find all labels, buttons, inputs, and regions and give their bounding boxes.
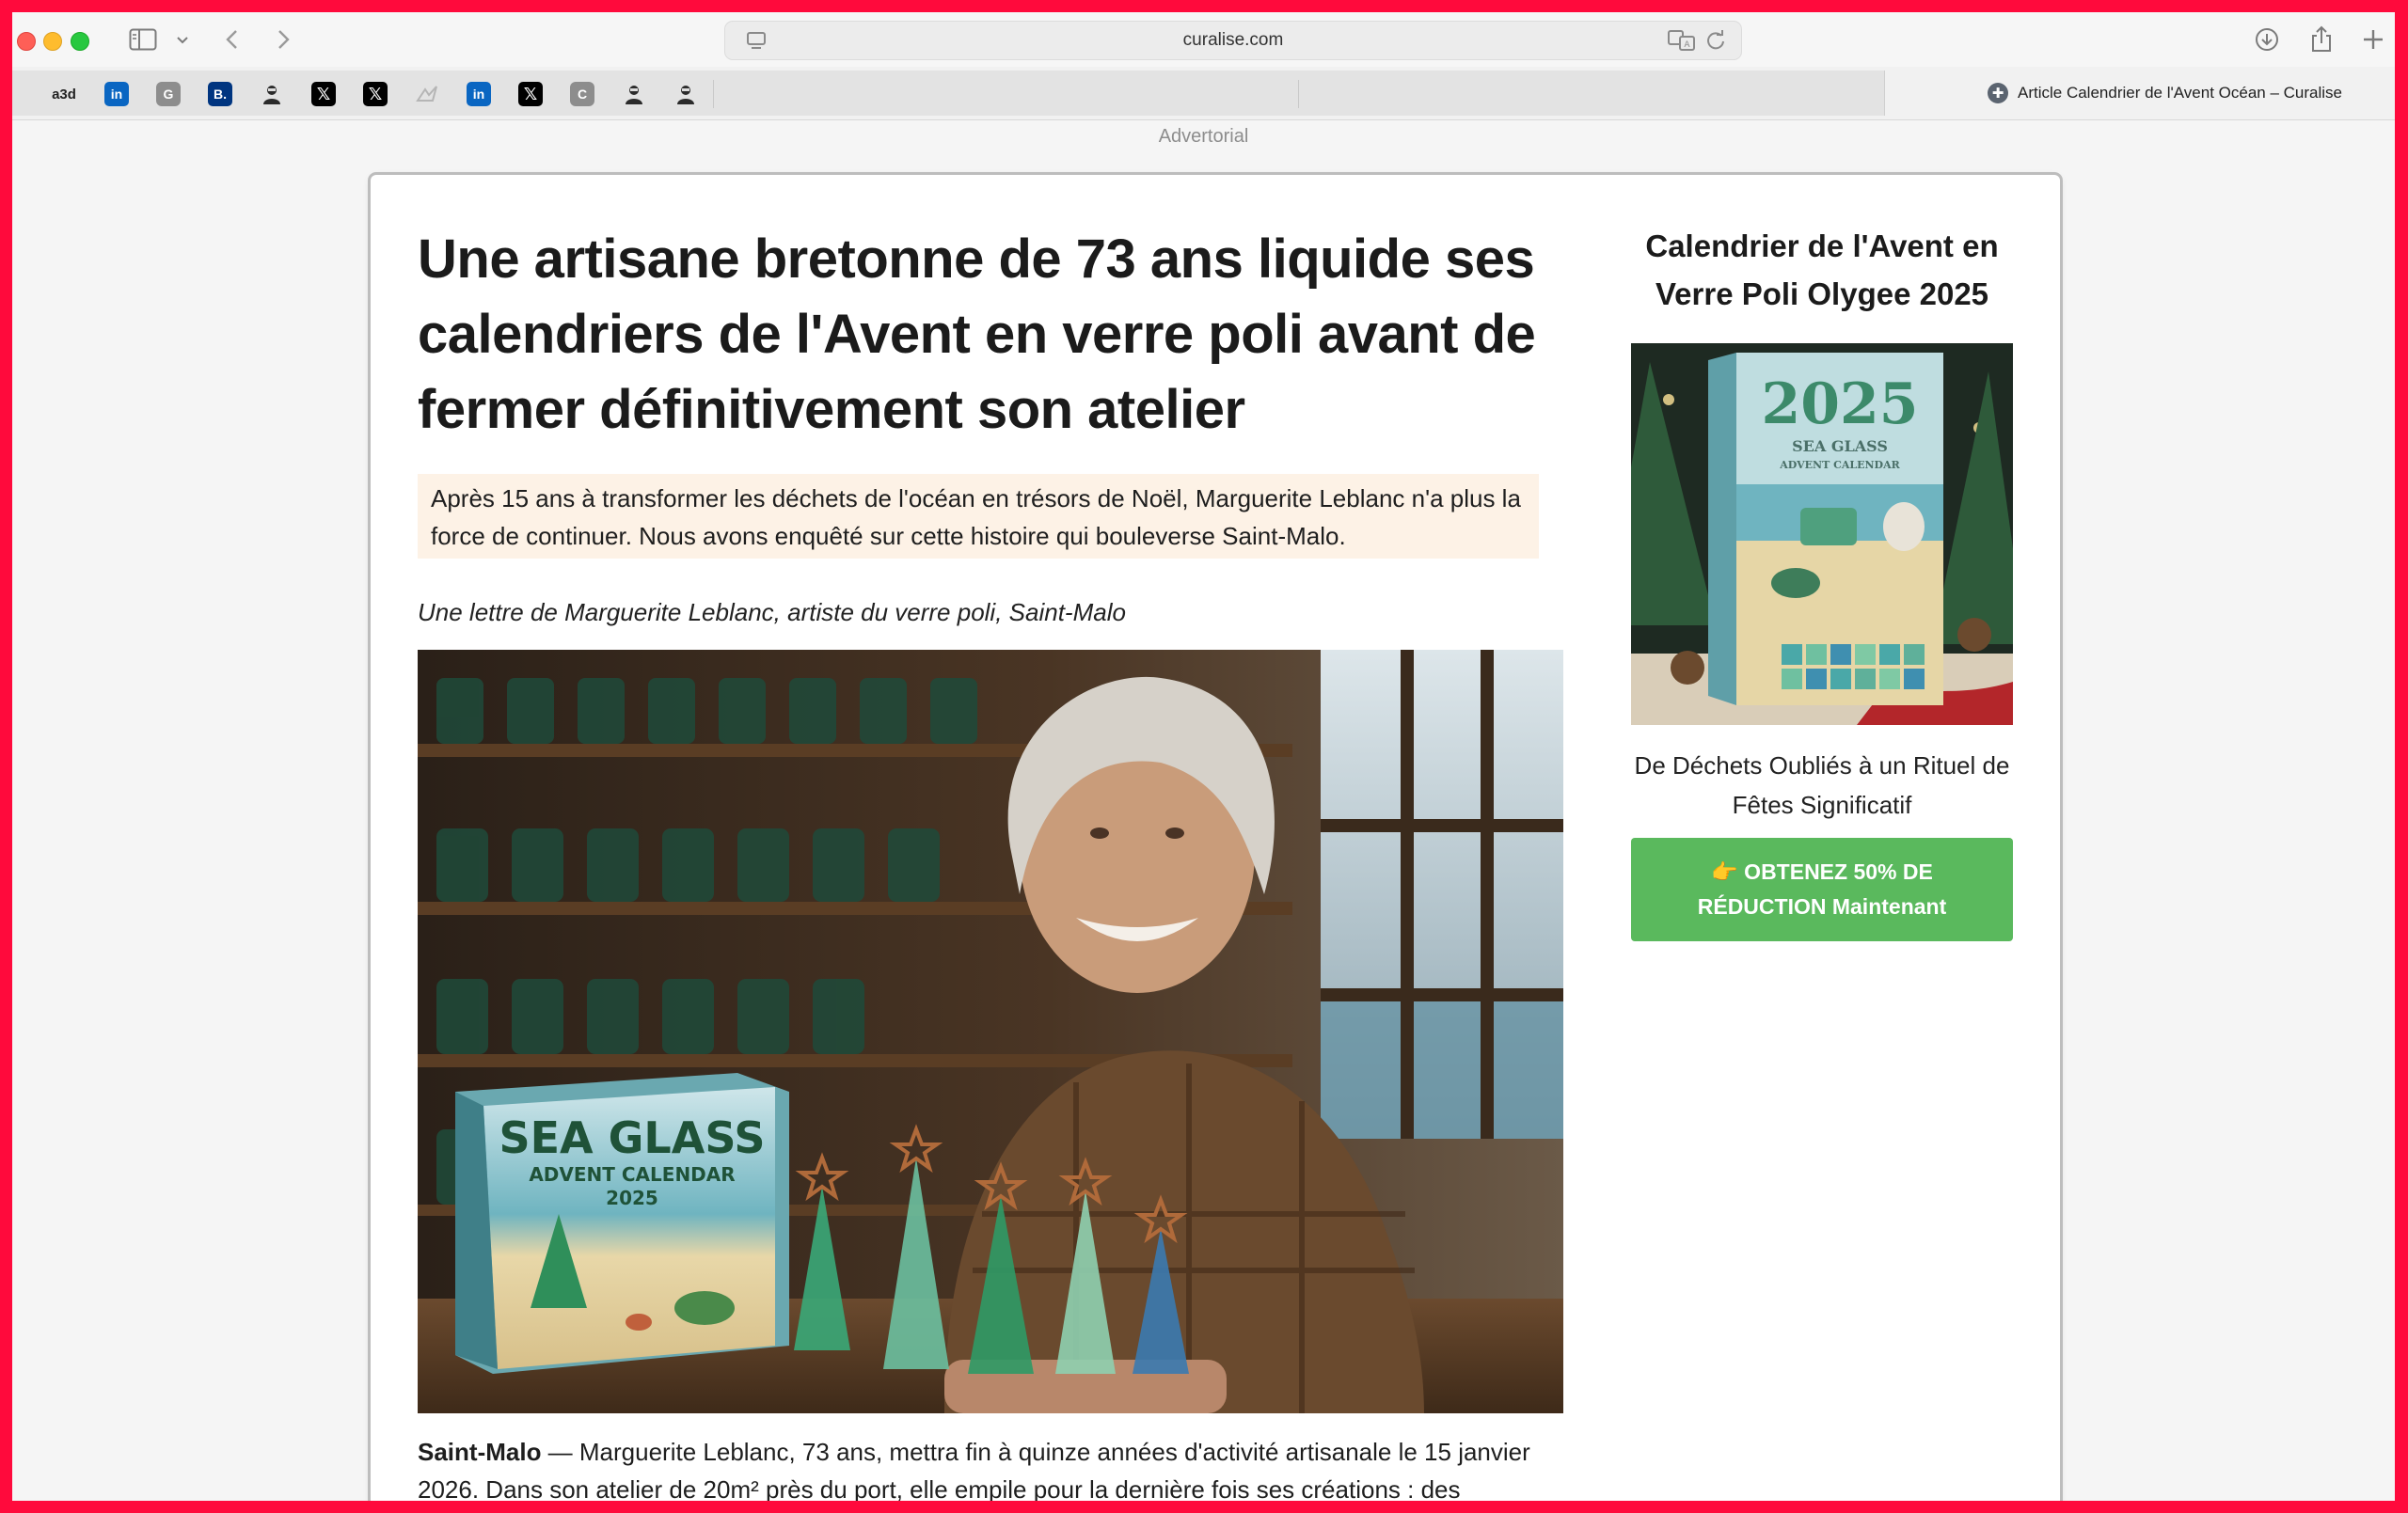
active-tab[interactable]: ✚ Article Calendrier de l'Avent Océan – … <box>1988 67 2342 119</box>
discount-cta-button[interactable]: 👉 OBTENEZ 50% DE RÉDUCTION Maintenant <box>1631 838 2013 941</box>
back-icon[interactable] <box>221 25 244 54</box>
tab-bar: a3d in G B. 𝕏 𝕏 in 𝕏 C ✚ Article Calendr… <box>12 67 2395 120</box>
product-sidebar: Calendrier de l'Avent en Verre Poli Olyg… <box>1631 222 2013 941</box>
svg-text:A: A <box>1684 40 1690 50</box>
favorite-linkedin-icon[interactable]: in <box>104 82 129 106</box>
favorite-x-icon[interactable]: 𝕏 <box>311 82 336 106</box>
reload-icon[interactable] <box>1705 29 1726 56</box>
favorite-c-icon[interactable]: C <box>570 82 594 106</box>
favorite-booking-icon[interactable]: B. <box>208 82 232 106</box>
product-box-year: 2025 <box>1762 371 1919 437</box>
minimize-window-button[interactable] <box>43 32 62 51</box>
favorite-person-icon[interactable] <box>673 82 698 106</box>
article-body: Saint-Malo — Marguerite Leblanc, 73 ans,… <box>418 1433 1584 1501</box>
active-tab-title: Article Calendrier de l'Avent Océan – Cu… <box>2018 84 2342 102</box>
body-paragraph: — Marguerite Leblanc, 73 ans, mettra fin… <box>418 1438 1530 1501</box>
sidebar-subtitle: De Déchets Oubliés à un Rituel de Fêtes … <box>1634 751 2010 819</box>
browser-window: curalise.com A a3d in G B. 𝕏 𝕏 in 𝕏 C ✚ … <box>12 12 2395 1501</box>
hero-box-subtitle: ADVENT CALENDAR <box>529 1163 735 1186</box>
sidebar-title: Calendrier de l'Avent en Verre Poli Olyg… <box>1645 229 1999 311</box>
article-lede: Après 15 ans à transformer les déchets d… <box>418 474 1539 559</box>
product-image[interactable]: 2025 SEA GLASS ADVENT CALENDAR <box>1631 343 2013 725</box>
tab-divider <box>713 80 714 108</box>
zoom-window-button[interactable] <box>71 32 89 51</box>
article-headline: Une artisane bretonne de 73 ans liquide … <box>418 229 1536 440</box>
favorite-bird-icon[interactable] <box>415 82 439 106</box>
hero-image: SEA GLASS ADVENT CALENDAR 2025 <box>418 650 1563 1413</box>
hero-box-title: SEA GLASS <box>499 1112 765 1163</box>
article-card: Une artisane bretonne de 73 ans liquide … <box>371 175 2060 1501</box>
browser-toolbar: curalise.com A <box>12 12 2395 67</box>
favorite-x-icon[interactable]: 𝕏 <box>518 82 543 106</box>
hero-box-year: 2025 <box>606 1187 658 1209</box>
advertorial-label: Advertorial <box>1158 126 1249 147</box>
chevron-down-icon[interactable] <box>174 25 191 54</box>
sidebar-toggle-icon[interactable] <box>127 25 159 54</box>
favorite-partial-icon[interactable] <box>12 82 22 106</box>
downloads-icon[interactable] <box>2252 25 2282 54</box>
url-text: curalise.com <box>1182 30 1284 50</box>
favorite-g-icon[interactable]: G <box>156 82 181 106</box>
favorite-linkedin-icon[interactable]: in <box>467 82 491 106</box>
product-box-title: SEA GLASS <box>1792 437 1888 455</box>
favorite-a3d-icon[interactable]: a3d <box>50 82 78 106</box>
new-tab-icon[interactable] <box>2359 25 2387 54</box>
web-page: Advertorial Une artisane bretonne de 73 … <box>12 120 2395 1501</box>
product-box-subtitle: ADVENT CALENDAR <box>1779 459 1900 471</box>
favorite-person-icon[interactable] <box>260 82 284 106</box>
site-favicon-icon: ✚ <box>1988 83 2008 103</box>
address-bar[interactable]: curalise.com A <box>724 21 1742 60</box>
translate-icon[interactable]: A <box>1668 29 1696 56</box>
forward-icon[interactable] <box>272 25 294 54</box>
favorite-person-icon[interactable] <box>622 82 646 106</box>
article-byline: Une lettre de Marguerite Leblanc, artist… <box>418 598 1126 626</box>
close-window-button[interactable] <box>17 32 36 51</box>
body-lead-location: Saint-Malo <box>418 1438 542 1466</box>
favorite-x-icon[interactable]: 𝕏 <box>363 82 388 106</box>
tab-divider <box>1298 80 1299 108</box>
favorites-bar: a3d in G B. 𝕏 𝕏 in 𝕏 C <box>12 71 1885 116</box>
share-icon[interactable] <box>2307 25 2336 54</box>
